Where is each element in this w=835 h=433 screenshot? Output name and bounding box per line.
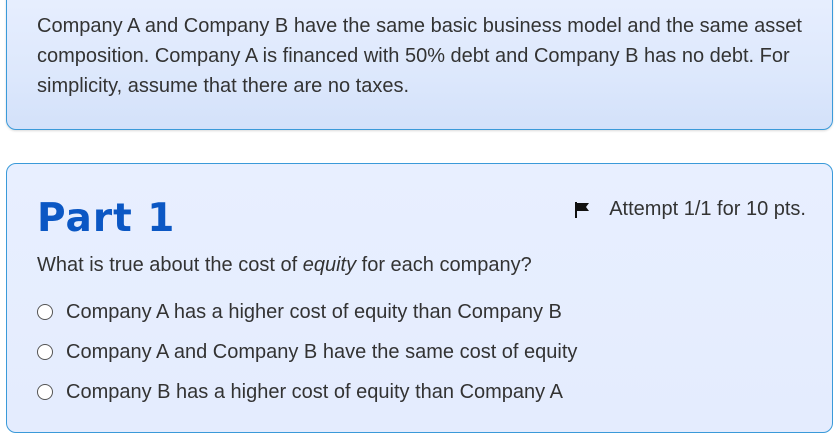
option-label: Company B has a higher cost of equity th… — [66, 380, 563, 403]
radio-button[interactable] — [37, 344, 53, 360]
intro-text: Company A and Company B have the same ba… — [37, 15, 802, 97]
radio-button[interactable] — [37, 304, 53, 320]
answer-option-same[interactable]: Company A and Company B have the same co… — [37, 332, 577, 372]
attempt-label: Attempt 1/1 for 10 pts. — [609, 198, 806, 220]
question-emphasis: equity — [302, 254, 357, 276]
answer-option-b-higher[interactable]: Company B has a higher cost of equity th… — [37, 372, 577, 412]
part-title: Part 1 — [37, 196, 176, 241]
answer-option-a-higher[interactable]: Company A has a higher cost of equity th… — [37, 292, 577, 332]
question-text: What is true about the cost of equity fo… — [37, 254, 532, 277]
answer-options: Company A has a higher cost of equity th… — [37, 292, 577, 412]
radio-button[interactable] — [37, 384, 53, 400]
question-text-after: for each company? — [356, 254, 532, 276]
attempt-info: Attempt 1/1 for 10 pts. — [573, 198, 806, 221]
option-label: Company A and Company B have the same co… — [66, 340, 578, 363]
flag-icon[interactable] — [573, 201, 591, 219]
option-label: Company A has a higher cost of equity th… — [66, 300, 562, 323]
intro-card: Company A and Company B have the same ba… — [6, 0, 833, 130]
question-text-before: What is true about the cost of — [37, 254, 303, 276]
part-card: Part 1 Attempt 1/1 for 10 pts. What is t… — [6, 163, 833, 433]
